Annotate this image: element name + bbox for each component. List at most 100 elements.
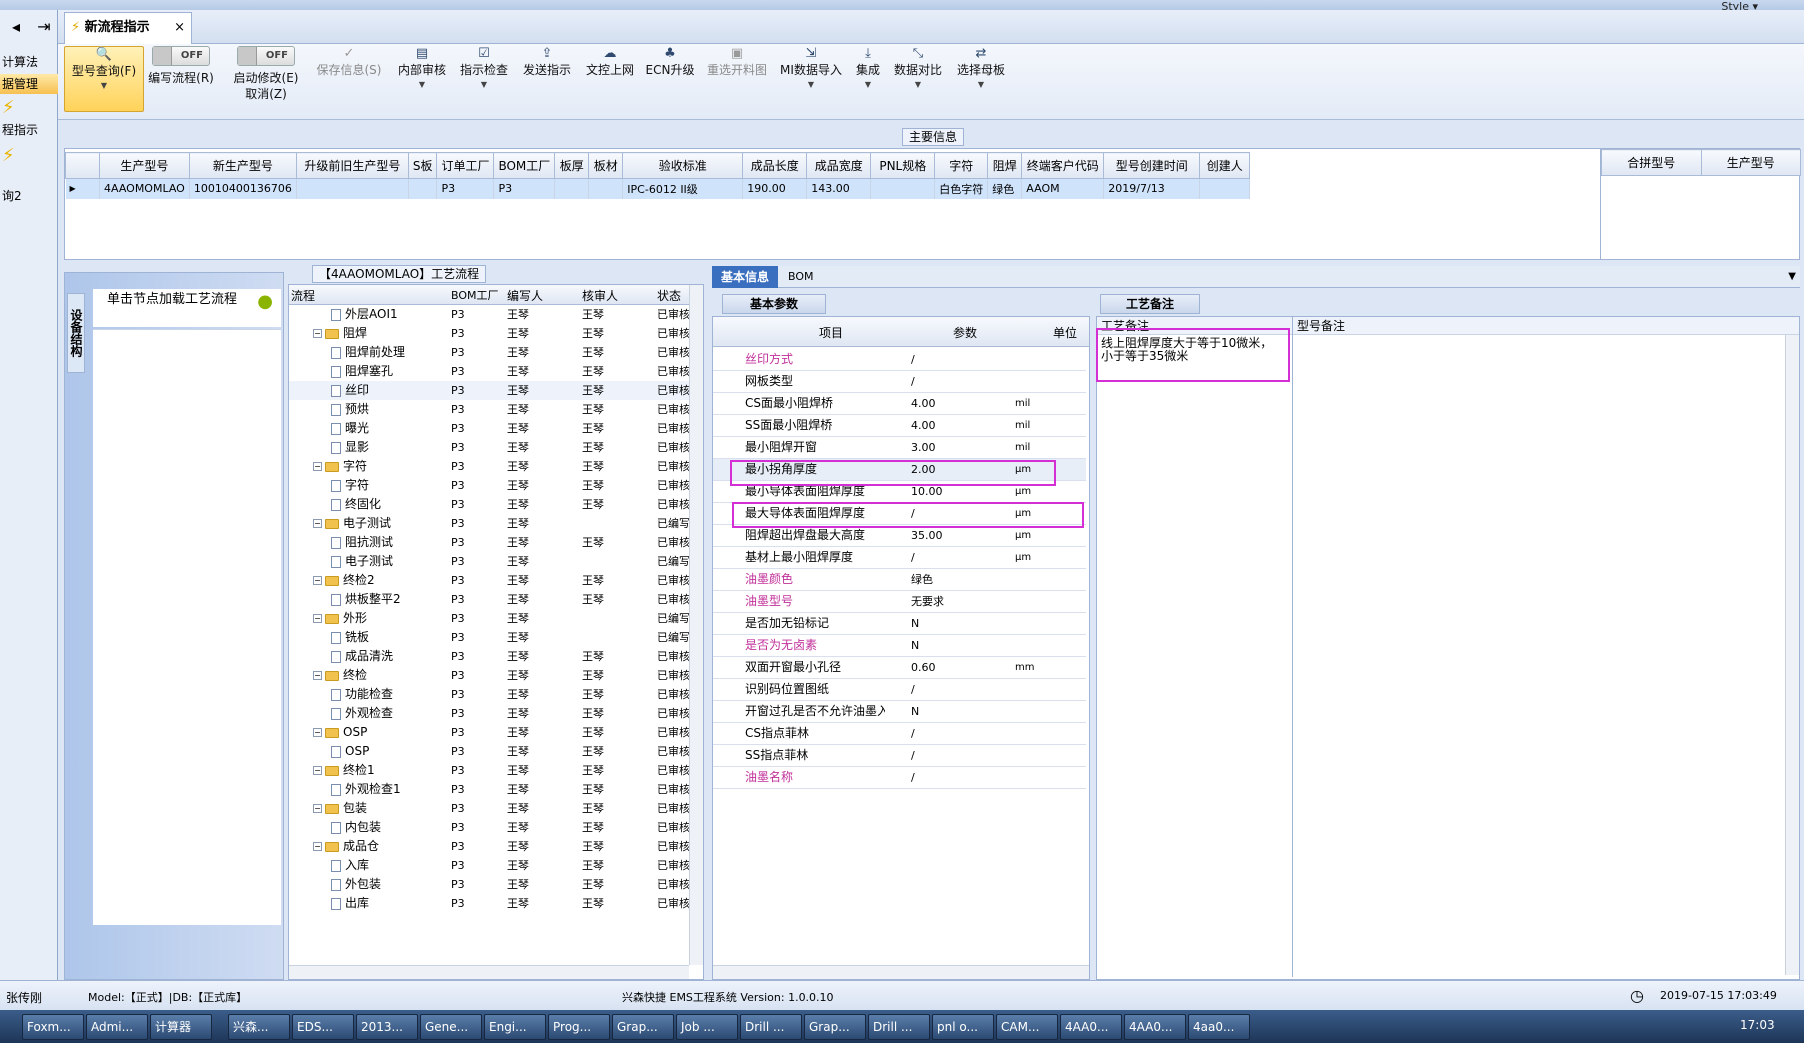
table-cell[interactable] (1199, 178, 1251, 199)
taskbar-button[interactable]: 4AA0... (1124, 1014, 1186, 1040)
param-row[interactable]: SS指点菲林 / (713, 745, 1086, 767)
taskbar-button[interactable]: EDS... (292, 1014, 354, 1040)
param-value[interactable]: N (911, 701, 919, 722)
taskbar-button[interactable]: 兴森... (228, 1014, 290, 1040)
flow-row[interactable]: 烘板整平2 P3 王琴 王琴 已审核 (289, 590, 689, 609)
taskbar-button[interactable]: pnl o... (932, 1014, 994, 1040)
table-cell[interactable] (870, 178, 936, 199)
flow-row[interactable]: − OSP P3 王琴 王琴 已审核 (289, 723, 689, 742)
param-row[interactable]: 双面开窗最小孔径 0.60 mm (713, 657, 1086, 679)
column-header[interactable]: 终端客户代码 (1021, 152, 1105, 179)
param-value[interactable]: 绿色 (911, 569, 933, 590)
taskbar-button[interactable]: 计算器 (150, 1014, 212, 1040)
device-structure-tab[interactable]: 设备结构 (67, 293, 85, 373)
taskbar-button[interactable]: 2013... (356, 1014, 418, 1040)
taskbar-button[interactable]: Foxm... (22, 1014, 84, 1040)
param-row[interactable]: 油墨名称 / (713, 767, 1086, 789)
params-scrollbar-h[interactable] (713, 965, 1089, 979)
column-header[interactable]: BOM工厂 (493, 152, 556, 179)
param-row[interactable]: 丝印方式 / (713, 349, 1086, 371)
save-button[interactable]: ✓ 保存信息(S) (314, 46, 384, 112)
send-instr-button[interactable]: ⇪ 发送指示 (520, 46, 574, 112)
column-header[interactable]: 成品宽度 (806, 152, 872, 179)
taskbar-button[interactable]: 4AA0... (1060, 1014, 1122, 1040)
write-flow-toggle[interactable]: OFF 编写流程(R) (146, 46, 216, 112)
flow-row[interactable]: − 阻焊 P3 王琴 王琴 已审核 (289, 324, 689, 343)
param-row[interactable]: SS面最小阻焊桥 4.00 mil (713, 415, 1086, 437)
taskbar-button[interactable]: Gene... (420, 1014, 482, 1040)
param-value[interactable]: / (911, 745, 915, 766)
param-row[interactable]: 网板类型 / (713, 371, 1086, 393)
column-header[interactable]: 板厚 (554, 152, 590, 179)
tab-basic-info[interactable]: 基本信息 (712, 266, 778, 288)
taskbar-button[interactable]: Grap... (804, 1014, 866, 1040)
params-tab[interactable]: 基本参数 (722, 294, 826, 314)
flow-row[interactable]: 入库 P3 王琴 王琴 已审核 (289, 856, 689, 875)
table-cell[interactable]: 190.00 (742, 178, 808, 199)
flow-row[interactable]: − 字符 P3 王琴 王琴 已审核 (289, 457, 689, 476)
select-board-button[interactable]: ⇄ 选择母板 ▼ (954, 46, 1008, 112)
table-cell[interactable] (296, 178, 409, 199)
flow-row[interactable]: − 电子测试 P3 王琴 已编写 (289, 514, 689, 533)
param-value[interactable]: / (911, 767, 915, 788)
table-cell[interactable]: P3 (493, 178, 556, 199)
cancel-button[interactable]: 取消(Z) (228, 86, 304, 102)
taskbar-button[interactable]: Prog... (548, 1014, 610, 1040)
taskbar-button[interactable]: Admi... (86, 1014, 148, 1040)
flow-row[interactable]: 曝光 P3 王琴 王琴 已审核 (289, 419, 689, 438)
column-header[interactable]: 订单工厂 (436, 152, 495, 179)
upload-button[interactable]: ☁ 文控上网 (584, 46, 636, 112)
param-value[interactable]: / (911, 679, 915, 700)
param-value[interactable]: N (911, 635, 919, 656)
flow-row[interactable]: 外观检查1 P3 王琴 王琴 已审核 (289, 780, 689, 799)
flow-row[interactable]: − 终检1 P3 王琴 王琴 已审核 (289, 761, 689, 780)
flow-row[interactable]: 内包装 P3 王琴 王琴 已审核 (289, 818, 689, 837)
param-row[interactable]: 基材上最小阻焊厚度 / μm (713, 547, 1086, 569)
flow-row[interactable]: 字符 P3 王琴 王琴 已审核 (289, 476, 689, 495)
taskbar-button[interactable]: Drill ... (740, 1014, 802, 1040)
flow-row[interactable]: OSP P3 王琴 王琴 已审核 (289, 742, 689, 761)
nav-item-query2[interactable]: 询2 (0, 186, 58, 206)
table-cell[interactable]: IPC-6012 II级 (622, 178, 744, 199)
column-header[interactable]: PNL规格 (870, 152, 936, 179)
column-header[interactable]: 生产型号 (99, 152, 190, 179)
remarks-scrollbar-v[interactable] (1785, 335, 1799, 975)
mi-import-button[interactable]: ⇲ MI数据导入 ▼ (778, 46, 844, 112)
nav-item-data[interactable]: 据管理 (0, 74, 58, 94)
column-header[interactable]: 型号创建时间 (1103, 152, 1201, 179)
flow-row[interactable]: − 终检2 P3 王琴 王琴 已审核 (289, 571, 689, 590)
close-icon[interactable]: × (174, 13, 185, 43)
column-header[interactable]: 板材 (588, 152, 624, 179)
param-value[interactable]: 35.00 (911, 525, 943, 546)
taskbar-button[interactable]: Drill ... (868, 1014, 930, 1040)
flow-row[interactable]: 阻焊前处理 P3 王琴 王琴 已审核 (289, 343, 689, 362)
param-row[interactable]: 是否为无卤素 N (713, 635, 1086, 657)
table-cell[interactable] (408, 178, 438, 199)
table-cell[interactable]: 10010400136706 (189, 178, 297, 199)
nav-item-calc[interactable]: 计算法 (0, 52, 58, 72)
chevron-down-icon[interactable]: ▼ (1788, 266, 1796, 288)
flow-scrollbar-h[interactable] (289, 965, 689, 979)
collapse-icon[interactable]: − (313, 614, 322, 623)
flow-row[interactable]: 功能检查 P3 王琴 王琴 已审核 (289, 685, 689, 704)
flow-row[interactable]: − 终检 P3 王琴 王琴 已审核 (289, 666, 689, 685)
instr-check-button[interactable]: ☑ 指示检查 ▼ (458, 46, 510, 112)
flow-row[interactable]: 出库 P3 王琴 王琴 已审核 (289, 894, 689, 913)
nav-item-instr[interactable]: 程指示 (0, 120, 58, 140)
flow-row[interactable]: 成品清洗 P3 王琴 王琴 已审核 (289, 647, 689, 666)
param-row[interactable]: 油墨颜色 绿色 (713, 569, 1086, 591)
taskbar-button[interactable]: Grap... (612, 1014, 674, 1040)
param-value[interactable]: N (911, 613, 919, 634)
flow-row[interactable]: 预烘 P3 王琴 王琴 已审核 (289, 400, 689, 419)
table-cell[interactable]: 143.00 (806, 178, 872, 199)
param-value[interactable]: 无要求 (911, 591, 944, 612)
param-row[interactable]: 油墨型号 无要求 (713, 591, 1086, 613)
column-header[interactable]: 成品长度 (742, 152, 808, 179)
param-row[interactable]: 最小阻焊开窗 3.00 mil (713, 437, 1086, 459)
table-cell[interactable] (588, 178, 624, 199)
collapse-icon[interactable]: − (313, 671, 322, 680)
flow-scrollbar-v[interactable] (689, 285, 703, 965)
tab-new-flow[interactable]: ⚡ 新流程指示 × (64, 12, 192, 44)
column-header[interactable]: 升级前旧生产型号 (295, 152, 409, 179)
column-header[interactable]: 验收标准 (622, 152, 744, 179)
